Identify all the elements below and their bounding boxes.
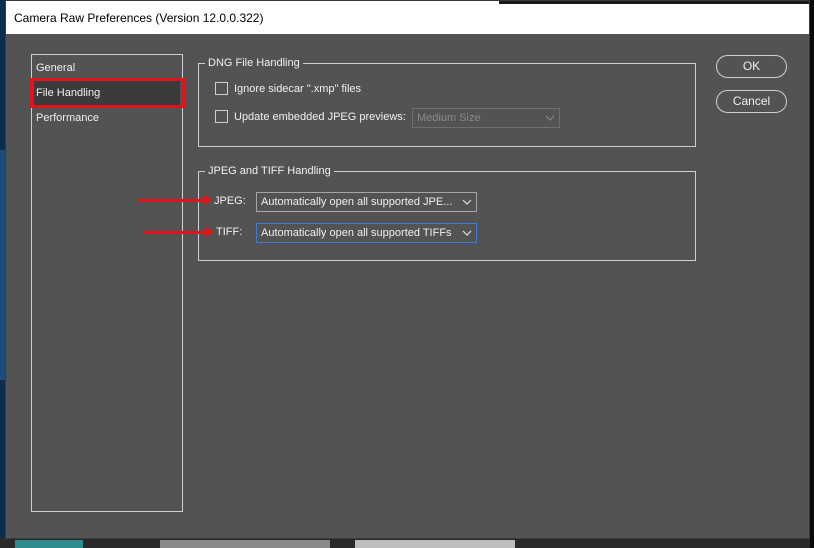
- title-bar-edge: [499, 1, 809, 4]
- background-thumbnail: [160, 540, 330, 548]
- sidebar-item-performance[interactable]: Performance: [34, 106, 180, 130]
- jpeg-tiff-group-title: JPEG and TIFF Handling: [205, 165, 334, 177]
- cancel-button[interactable]: Cancel: [716, 90, 787, 113]
- tiff-arrow-annotation: [143, 231, 206, 234]
- background-thumbnail: [355, 540, 515, 548]
- sidebar-item-general[interactable]: General: [34, 56, 180, 80]
- dng-group-title: DNG File Handling: [205, 57, 303, 69]
- tiff-handling-select[interactable]: Automatically open all supported TIFFs: [256, 223, 477, 243]
- arrow-head-icon: [204, 195, 212, 205]
- ignore-sidecar-label: Ignore sidecar ".xmp" files: [234, 82, 362, 95]
- tiff-handling-value: Automatically open all supported TIFFs: [261, 227, 452, 239]
- preview-size-select[interactable]: Medium Size: [412, 108, 560, 128]
- jpeg-arrow-annotation: [138, 199, 204, 202]
- ignore-sidecar-checkbox[interactable]: [215, 82, 228, 95]
- dng-file-handling-group: DNG File Handling Ignore sidecar ".xmp" …: [198, 57, 696, 147]
- update-previews-label: Update embedded JPEG previews:: [234, 110, 406, 123]
- jpeg-handling-select[interactable]: Automatically open all supported JPE...: [256, 192, 477, 212]
- ignore-sidecar-row: Ignore sidecar ".xmp" files: [215, 82, 361, 95]
- window-title: Camera Raw Preferences (Version 12.0.0.3…: [14, 11, 264, 25]
- preview-size-value: Medium Size: [417, 112, 481, 124]
- title-bar[interactable]: Camera Raw Preferences (Version 12.0.0.3…: [6, 1, 809, 34]
- jpeg-label: JPEG:: [214, 195, 246, 207]
- ok-button[interactable]: OK: [716, 55, 787, 78]
- jpeg-handling-value: Automatically open all supported JPE...: [261, 196, 453, 208]
- tiff-label: TIFF:: [216, 226, 243, 238]
- jpeg-tiff-handling-group: JPEG and TIFF Handling JPEG: Automatical…: [198, 165, 696, 261]
- update-previews-checkbox[interactable]: [215, 110, 228, 123]
- chevron-down-icon: [462, 199, 472, 205]
- chevron-down-icon: [462, 230, 472, 236]
- preferences-sidebar: General File Handling Performance: [31, 54, 183, 512]
- chevron-down-icon: [545, 115, 555, 121]
- arrow-head-icon: [206, 227, 214, 237]
- background-thumbnail: [15, 540, 83, 548]
- preferences-dialog: Camera Raw Preferences (Version 12.0.0.3…: [5, 0, 810, 539]
- selection-highlight-annotation: [30, 78, 185, 108]
- background-window-right: [810, 0, 814, 548]
- update-previews-row: Update embedded JPEG previews:: [215, 110, 406, 123]
